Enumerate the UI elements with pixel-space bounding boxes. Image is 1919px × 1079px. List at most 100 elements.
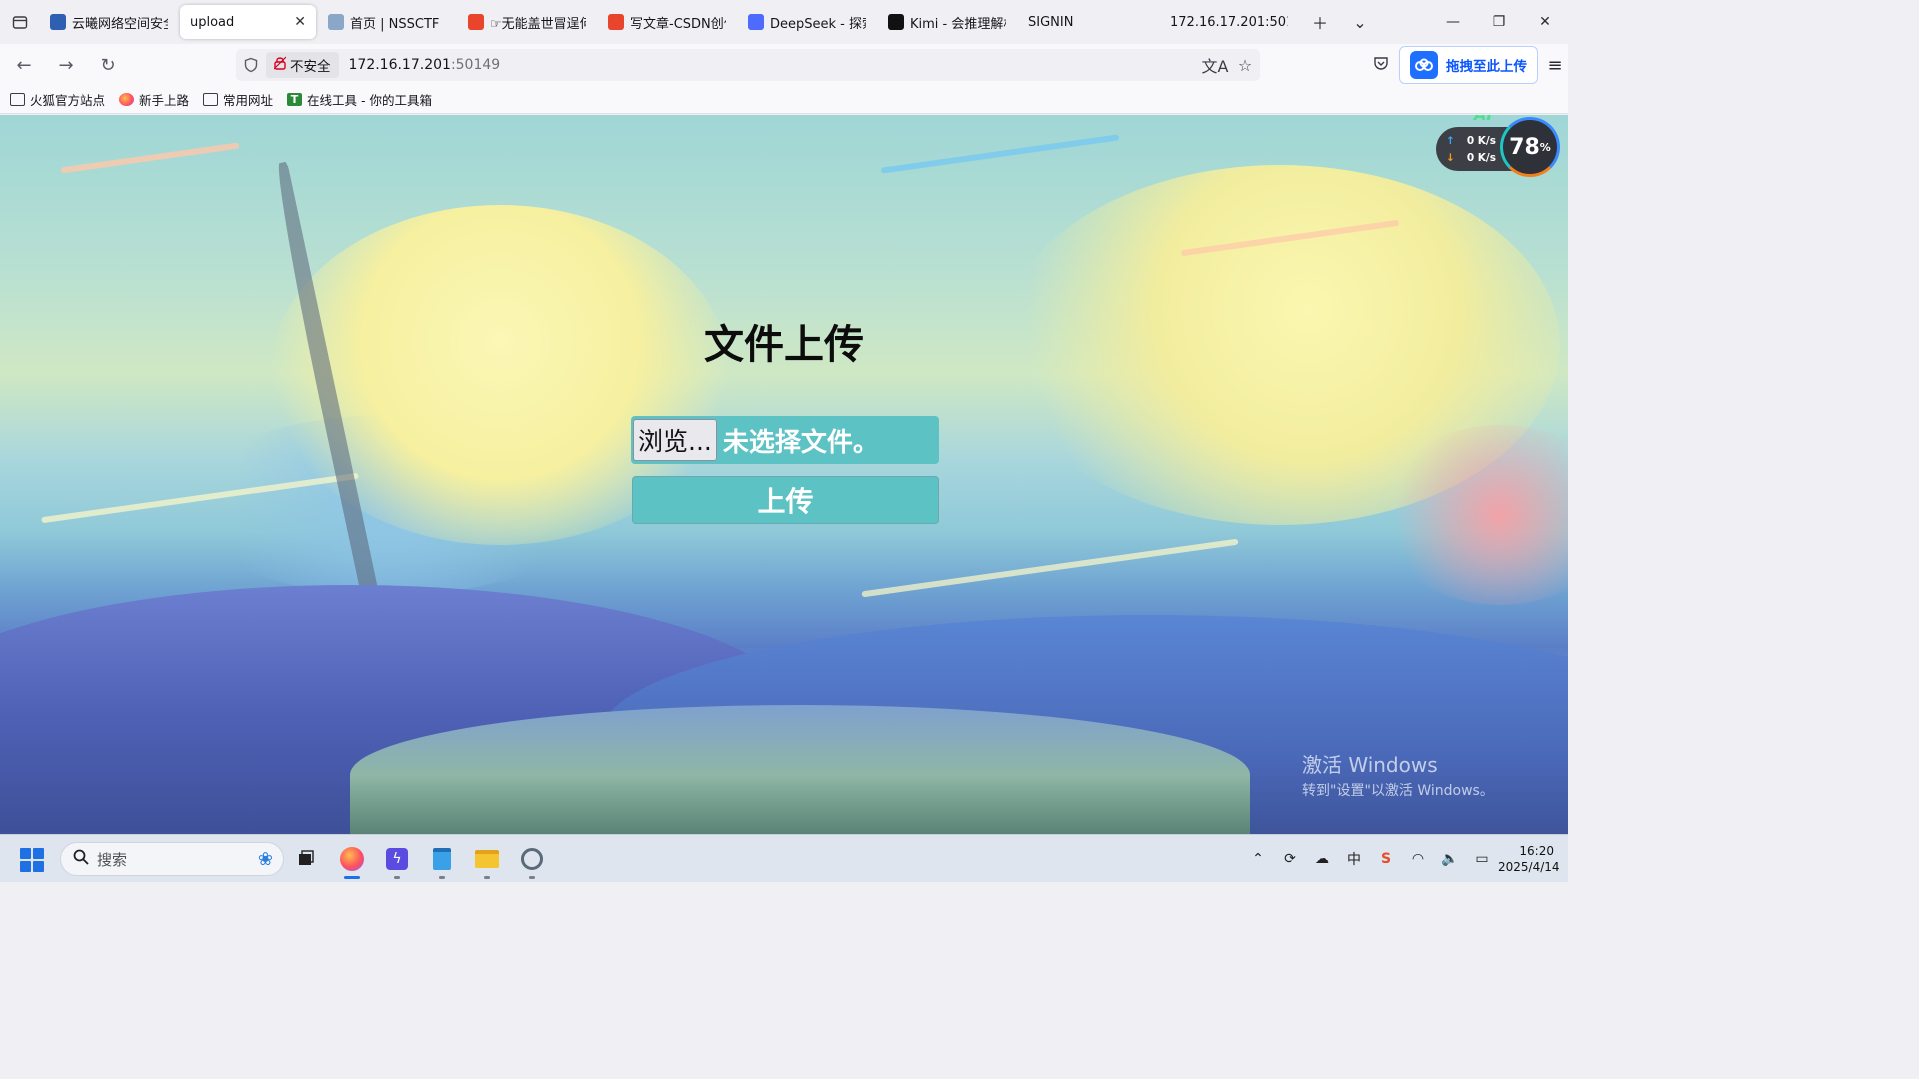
bookmark-item[interactable]: 火狐官方站点	[10, 90, 105, 109]
minimize-button[interactable]: —	[1430, 0, 1476, 44]
upload-submit-button[interactable]: 上传	[632, 476, 939, 524]
taskbar-search-input[interactable]: 搜索 ❀	[60, 842, 284, 876]
baidu-drag-upload-button[interactable]: 拖拽至此上传	[1399, 46, 1538, 84]
insecure-lock-icon	[273, 56, 287, 74]
bookmark-item[interactable]: 新手上路	[119, 90, 189, 109]
browser-tab[interactable]: 云曦网络空间安全	[40, 5, 178, 39]
tab-label: 写文章-CSDN创作	[630, 16, 726, 32]
shield-icon[interactable]	[236, 57, 266, 73]
background-valley	[350, 705, 1250, 834]
tab-label: upload	[190, 14, 235, 30]
file-status-text: 未选择文件。	[722, 427, 879, 458]
close-window-button[interactable]: ✕	[1522, 0, 1568, 44]
security-indicator[interactable]: 不安全	[266, 52, 339, 78]
restore-button[interactable]: ❐	[1476, 0, 1522, 44]
firefox-icon	[340, 847, 364, 871]
browser-tab[interactable]: 写文章-CSDN创作	[598, 5, 736, 39]
browser-tab[interactable]: Kimi - 会推理解析	[878, 5, 1016, 39]
running-indicator	[484, 876, 490, 879]
upload-speed-value: 0 K/s	[1466, 135, 1496, 147]
power-automate-taskbar-icon[interactable]: ϟ	[381, 843, 413, 879]
cloud-offline-icon[interactable]: ☁	[1306, 851, 1338, 867]
network-speed-widget[interactable]: AI ↑ 0 K/s ↓ 0 K/s 78%	[1436, 115, 1560, 181]
load-value: 78	[1509, 134, 1540, 160]
baidu-upload-label: 拖拽至此上传	[1446, 59, 1527, 75]
tool-icon: T	[287, 93, 303, 106]
close-tab-icon[interactable]: ✕	[286, 14, 306, 30]
url-port[interactable]: :50149	[451, 57, 500, 73]
windows-start-icon[interactable]	[20, 848, 44, 872]
back-button[interactable]: ←	[6, 49, 42, 81]
lightning-icon: ϟ	[386, 848, 408, 870]
task-view-icon[interactable]	[290, 843, 322, 875]
wifi-icon[interactable]: ◠	[1402, 851, 1434, 867]
search-icon	[73, 849, 89, 869]
page-title: 文件上传	[704, 321, 864, 368]
tab-list-icon[interactable]	[0, 0, 40, 44]
download-speed-value: 0 K/s	[1466, 152, 1496, 164]
translate-icon[interactable]: 文A	[1200, 53, 1230, 77]
background-streak	[60, 142, 240, 174]
browser-tab[interactable]: DeepSeek - 探索	[738, 5, 876, 39]
pocket-icon[interactable]	[1367, 55, 1395, 75]
sogou-icon[interactable]: S	[1370, 851, 1402, 867]
tab-label: ☞无能盖世冒逞何	[490, 16, 586, 32]
background-streak	[861, 538, 1239, 598]
system-clock[interactable]: 16:20 2025/4/14	[1498, 843, 1568, 875]
running-indicator	[394, 876, 400, 879]
battery-icon[interactable]: ▭	[1466, 851, 1498, 867]
memory-load-gauge[interactable]: 78%	[1500, 117, 1560, 177]
volume-icon[interactable]: 🔈	[1434, 851, 1466, 867]
bookmark-label: 火狐官方站点	[30, 93, 106, 108]
tab-favicon-icon	[608, 14, 624, 30]
bookmark-star-icon[interactable]: ☆	[1230, 56, 1260, 75]
url-host[interactable]: 172.16.17.201	[349, 57, 451, 73]
folder-icon	[475, 850, 499, 868]
tab-label: Kimi - 会推理解析	[910, 16, 1006, 32]
tab-label: SIGNIN	[1028, 14, 1074, 30]
navigation-toolbar: ← → ↻ 不安全 172.16.17.201:50149 文A ☆ 拖拽至此上…	[0, 44, 1568, 86]
background-streak	[880, 134, 1120, 174]
tab-label: 首页 | NSSCTF	[350, 16, 440, 32]
sync-icon[interactable]: ⟳	[1274, 851, 1306, 867]
browser-tab[interactable]: SIGNIN	[1018, 5, 1158, 39]
baidu-cloud-icon	[1410, 51, 1438, 79]
notepad-taskbar-icon[interactable]	[426, 843, 458, 879]
network-tool-taskbar-icon[interactable]	[516, 843, 548, 879]
browse-button[interactable]: 浏览...	[633, 419, 717, 461]
ime-indicator[interactable]: 中	[1338, 849, 1370, 869]
download-speed: ↓ 0 K/s	[1446, 152, 1496, 164]
bookmark-item[interactable]: T 在线工具 - 你的工具箱	[287, 90, 432, 109]
browser-tab[interactable]: upload ✕	[180, 5, 316, 39]
search-highlight-icon: ❀	[257, 848, 273, 870]
bookmark-label: 在线工具 - 你的工具箱	[307, 93, 433, 108]
bookmark-item[interactable]: 常用网址	[203, 90, 273, 109]
file-input[interactable]: 浏览... 未选择文件。	[631, 416, 939, 464]
tab-favicon-icon	[748, 14, 764, 30]
clock-date: 2025/4/14	[1498, 860, 1560, 874]
file-explorer-taskbar-icon[interactable]	[471, 843, 503, 879]
running-indicator	[439, 876, 445, 879]
activation-hint: 转到"设置"以激活 Windows。	[1302, 783, 1494, 799]
search-placeholder: 搜索	[97, 850, 128, 869]
arrow-up-icon: ↑	[1446, 135, 1455, 147]
browser-tab[interactable]: 172.16.17.201:50197	[1160, 5, 1298, 39]
tab-label: 172.16.17.201:50197	[1170, 14, 1288, 30]
chevron-down-icon[interactable]: ⌄	[1340, 0, 1380, 44]
arrow-down-icon: ↓	[1446, 152, 1455, 164]
running-indicator	[529, 876, 535, 879]
plus-icon[interactable]: ＋	[1300, 0, 1340, 44]
tab-strip: 云曦网络空间安全 upload ✕ 首页 | NSSCTF ☞无能盖世冒逞何 写文章-CS…	[0, 0, 1568, 44]
tab-label: 云曦网络空间安全	[72, 16, 168, 32]
reload-button[interactable]: ↻	[90, 49, 126, 81]
browser-tab[interactable]: ☞无能盖世冒逞何	[458, 5, 596, 39]
activation-title: 激活 Windows	[1302, 753, 1438, 777]
tab-controls: ＋ ⌄	[1300, 0, 1380, 44]
firefox-taskbar-icon[interactable]	[336, 843, 368, 879]
forward-button[interactable]: →	[48, 49, 84, 81]
tab-favicon-icon	[50, 14, 66, 30]
hamburger-menu-icon[interactable]: ≡	[1542, 55, 1568, 76]
browser-tab[interactable]: 首页 | NSSCTF	[318, 5, 456, 39]
chevron-up-icon[interactable]: ⌃	[1242, 851, 1274, 867]
url-bar[interactable]: 不安全 172.16.17.201:50149 文A ☆	[236, 49, 1260, 81]
